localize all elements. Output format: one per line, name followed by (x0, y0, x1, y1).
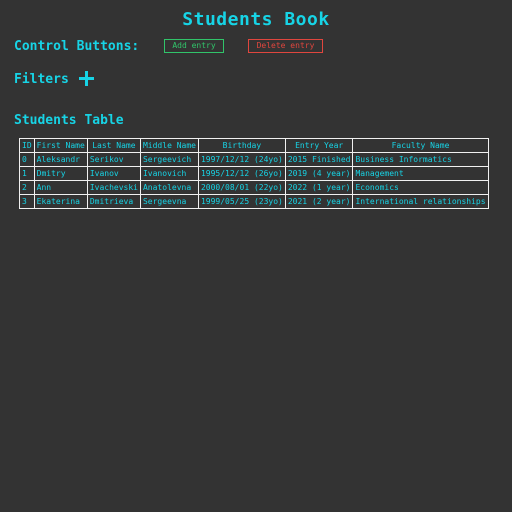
control-buttons-label: Control Buttons: (14, 39, 140, 54)
cell-first-name: Dmitry (34, 167, 87, 180)
cell-birthday: 1995/12/12 (26yo) (198, 167, 285, 180)
cell-faculty-name: Management (353, 167, 488, 180)
add-filter-icon[interactable] (78, 70, 95, 87)
page-title: Students Book (182, 9, 330, 30)
cell-id: 3 (20, 195, 34, 208)
table-row[interactable]: 1 Dmitry Ivanov Ivanovich 1995/12/12 (26… (20, 167, 488, 180)
students-table-label: Students Table (14, 113, 124, 128)
column-header-birthday[interactable]: Birthday (198, 139, 285, 152)
cell-last-name: Ivanov (87, 167, 140, 180)
cell-entry-year: 2022 (1 year) (285, 181, 353, 194)
cell-middle-name: Anatolevna (140, 181, 198, 194)
cell-id: 2 (20, 181, 34, 194)
cell-faculty-name: Business Informatics (353, 153, 488, 166)
table-header-row: ID First Name Last Name Middle Name Birt… (20, 139, 488, 152)
table-row[interactable]: 0 Aleksandr Serikov Sergeevich 1997/12/1… (20, 153, 488, 166)
cell-faculty-name: Economics (353, 181, 488, 194)
table-row[interactable]: 3 Ekaterina Dmitrieva Sergeevna 1999/05/… (20, 195, 488, 208)
cell-first-name: Ann (34, 181, 87, 194)
cell-middle-name: Sergeevich (140, 153, 198, 166)
table-row[interactable]: 2 Ann Ivachevski Anatolevna 2000/08/01 (… (20, 181, 488, 194)
cell-middle-name: Sergeevna (140, 195, 198, 208)
cell-last-name: Serikov (87, 153, 140, 166)
cell-entry-year: 2021 (2 year) (285, 195, 353, 208)
cell-birthday: 2000/08/01 (22yo) (198, 181, 285, 194)
column-header-middle-name[interactable]: Middle Name (140, 139, 198, 152)
delete-entry-button[interactable]: Delete entry (248, 39, 323, 53)
cell-faculty-name: International relationships (353, 195, 488, 208)
cell-first-name: Aleksandr (34, 153, 87, 166)
cell-birthday: 1997/12/12 (24yo) (198, 153, 285, 166)
column-header-entry-year[interactable]: Entry Year (285, 139, 353, 152)
cell-id: 1 (20, 167, 34, 180)
cell-last-name: Ivachevski (87, 181, 140, 194)
filters-label: Filters (14, 72, 69, 87)
column-header-first-name[interactable]: First Name (34, 139, 87, 152)
cell-entry-year: 2019 (4 year) (285, 167, 353, 180)
column-header-faculty-name[interactable]: Faculty Name (353, 139, 488, 152)
cell-middle-name: Ivanovich (140, 167, 198, 180)
cell-id: 0 (20, 153, 34, 166)
students-table: ID First Name Last Name Middle Name Birt… (19, 138, 489, 209)
cell-first-name: Ekaterina (34, 195, 87, 208)
column-header-id[interactable]: ID (20, 139, 34, 152)
add-entry-button[interactable]: Add entry (164, 39, 224, 53)
cell-last-name: Dmitrieva (87, 195, 140, 208)
column-header-last-name[interactable]: Last Name (87, 139, 140, 152)
cell-birthday: 1999/05/25 (23yo) (198, 195, 285, 208)
cell-entry-year: 2015 Finished (285, 153, 353, 166)
